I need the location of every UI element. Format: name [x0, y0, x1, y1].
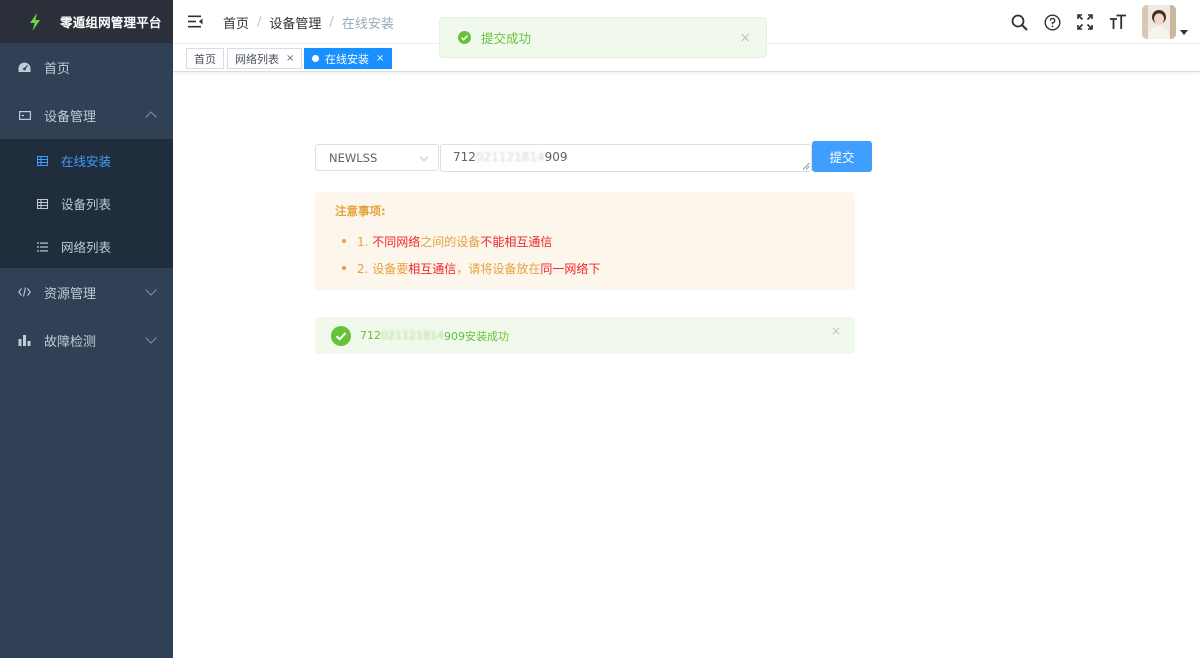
notice-text: 之间的设备 — [420, 235, 481, 249]
sidebar-item-label: 故障检测 — [44, 334, 97, 350]
result-masked: 021121814 — [381, 329, 444, 342]
tag-label: 首页 — [194, 52, 216, 66]
notice-number: 1. — [357, 235, 369, 249]
sidebar-item-online-install[interactable]: 在线安装 — [0, 139, 173, 182]
sidebar-item-label: 网络列表 — [61, 240, 112, 255]
breadcrumb-home[interactable]: 首页 — [223, 13, 249, 32]
install-result-alert: 712 021121814 909安装成功 × — [315, 317, 855, 354]
result-prefix: 712 — [360, 329, 381, 342]
chevron-down-icon — [145, 284, 157, 296]
notice-item: 2. 设备要相互通信，请将设备放在同一网络下 — [342, 260, 835, 277]
notice-title: 注意事项: — [335, 204, 386, 218]
app-root: 零遁组网管理平台 首页 设备管理 在线安装 设备列表 网络列表 资源管理 故障检… — [0, 0, 1200, 658]
sidebar-item-network-list[interactable]: 网络列表 — [0, 225, 173, 268]
header-right-menu — [1010, 0, 1200, 44]
sidebar-item-label: 资源管理 — [44, 286, 97, 302]
breadcrumb-separator: / — [329, 15, 334, 30]
chevron-up-icon — [145, 111, 157, 123]
chevron-down-icon — [419, 152, 429, 162]
sidebar-item-fault-detection[interactable]: 故障检测 — [0, 316, 173, 364]
device-icon — [18, 109, 31, 122]
avatar[interactable] — [1142, 5, 1176, 39]
app-title: 零遁组网管理平台 — [60, 15, 162, 30]
sidebar-item-home[interactable]: 首页 — [0, 43, 173, 91]
chevron-down-icon — [145, 332, 157, 344]
notice-text: ，请将设备放在 — [456, 262, 541, 276]
close-icon[interactable]: × — [739, 30, 751, 46]
close-icon[interactable]: × — [831, 324, 841, 338]
menu-fold-icon[interactable] — [188, 14, 203, 29]
list-icon — [36, 241, 48, 253]
tag-close-icon[interactable]: × — [376, 53, 384, 64]
tag-label: 网络列表 — [235, 52, 279, 66]
breadcrumb-current: 在线安装 — [341, 17, 394, 32]
table-icon — [36, 198, 48, 210]
chart-icon — [18, 334, 31, 347]
notice-highlight: 同一网络下 — [540, 262, 601, 276]
success-toast: 提交成功 × — [439, 17, 767, 58]
notice-text: 设备要 — [372, 262, 409, 276]
sn-suffix: 909 — [544, 150, 568, 164]
table-icon — [36, 155, 48, 167]
submit-button[interactable]: 提交 — [812, 141, 872, 172]
help-icon[interactable] — [1043, 13, 1061, 31]
active-dot-icon — [312, 55, 319, 62]
sidebar-item-label: 首页 — [44, 61, 71, 77]
logo-bar[interactable]: 零遁组网管理平台 — [0, 0, 173, 43]
sidebar: 零遁组网管理平台 首页 设备管理 在线安装 设备列表 网络列表 资源管理 故障检… — [0, 0, 173, 658]
notice-item: 1. 不同网络之间的设备不能相互通信 — [342, 233, 835, 250]
breadcrumb-separator: / — [257, 15, 262, 30]
tag-online-install[interactable]: 在线安装 × — [304, 48, 393, 69]
sidebar-item-device-management[interactable]: 设备管理 — [0, 91, 173, 139]
breadcrumb-device-management[interactable]: 设备管理 — [269, 13, 321, 32]
sidebar-item-label: 设备管理 — [44, 109, 97, 125]
notice-highlight: 不同网络 — [372, 235, 421, 249]
submenu-device-management: 在线安装 设备列表 网络列表 — [0, 139, 173, 268]
success-check-icon — [458, 31, 471, 44]
caret-down-icon[interactable] — [1180, 29, 1188, 35]
sidebar-item-label: 设备列表 — [61, 197, 112, 212]
model-select-value: NEWLSS — [329, 150, 378, 165]
notice-list: 1. 不同网络之间的设备不能相互通信 2. 设备要相互通信，请将设备放在同一网络… — [335, 233, 835, 277]
sn-masked: 021121814 — [475, 150, 545, 164]
serial-number-input[interactable]: 712021121814909 — [440, 144, 812, 172]
font-size-icon[interactable] — [1109, 13, 1127, 31]
code-icon — [18, 286, 31, 299]
search-icon[interactable] — [1010, 13, 1028, 31]
dashboard-icon — [18, 61, 31, 74]
fullscreen-icon[interactable] — [1076, 13, 1094, 31]
lightning-logo-icon — [30, 12, 40, 31]
notice-box: 注意事项: 1. 不同网络之间的设备不能相互通信 2. 设备要相互通信，请将设备… — [315, 192, 855, 290]
model-select[interactable]: NEWLSS — [315, 144, 439, 171]
tag-label: 在线安装 — [325, 52, 369, 66]
notice-number: 2. — [357, 262, 369, 276]
toast-message: 提交成功 — [481, 31, 532, 46]
tag-network-list[interactable]: 网络列表 × — [227, 48, 303, 69]
resize-handle-icon[interactable] — [802, 162, 810, 170]
tag-home[interactable]: 首页 — [186, 48, 224, 69]
sidebar-item-resource-management[interactable]: 资源管理 — [0, 268, 173, 316]
tag-close-icon[interactable]: × — [286, 53, 294, 64]
sidebar-item-device-list[interactable]: 设备列表 — [0, 182, 173, 225]
result-text: 909安装成功 — [444, 329, 509, 343]
sidebar-item-label: 在线安装 — [61, 154, 112, 169]
sn-prefix: 712 — [453, 150, 476, 164]
notice-highlight: 相互通信 — [408, 262, 457, 276]
success-check-icon — [331, 325, 351, 346]
notice-highlight: 不能相互通信 — [480, 235, 553, 249]
breadcrumb: 首页 / 设备管理 / 在线安装 — [223, 13, 394, 32]
